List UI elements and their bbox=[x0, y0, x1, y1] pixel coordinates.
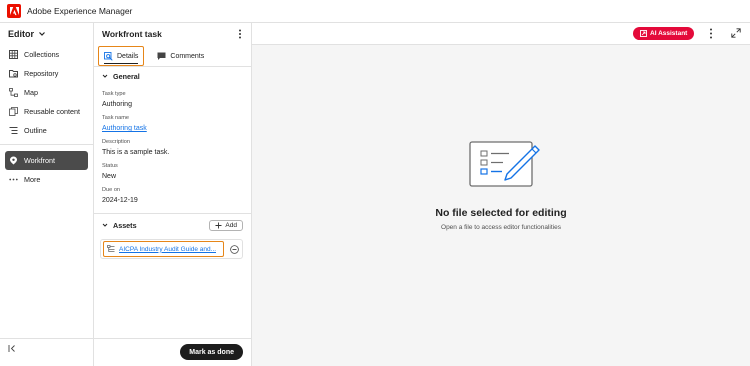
remove-circle-icon[interactable] bbox=[230, 244, 239, 254]
nav-item-reusable-content[interactable]: Reusable content bbox=[5, 102, 88, 121]
asset-row: AICPA Industry Audit Guide and... bbox=[100, 239, 243, 259]
plus-icon bbox=[215, 222, 222, 228]
workfront-icon bbox=[10, 156, 17, 165]
collapse-left-icon bbox=[8, 345, 15, 352]
nav-item-label: Repository bbox=[24, 69, 59, 78]
tab-comments[interactable]: Comments bbox=[152, 46, 209, 66]
chevron-down-icon bbox=[39, 32, 45, 36]
panel-header: Workfront task bbox=[94, 23, 251, 45]
empty-state: No file selected for editing Open a file… bbox=[252, 138, 750, 231]
repository-icon bbox=[9, 70, 18, 78]
left-navigation: Editor Collections Repository Map Reusab… bbox=[0, 23, 94, 366]
editor-toolbar: AI Assistant bbox=[252, 23, 750, 45]
field-task-name: Task name Authoring task bbox=[94, 115, 251, 132]
more-vertical-icon[interactable] bbox=[237, 29, 243, 39]
field-label: Task name bbox=[102, 115, 130, 121]
field-value: 2024-12-19 bbox=[102, 197, 138, 204]
app-title: Adobe Experience Manager bbox=[27, 6, 133, 16]
field-due-on: Due on 2024-12-19 bbox=[94, 187, 251, 204]
editor-selector[interactable]: Editor bbox=[0, 23, 93, 45]
field-description: Description This is a sample task. bbox=[94, 139, 251, 156]
collections-icon bbox=[9, 50, 18, 59]
editor-selector-label: Editor bbox=[8, 29, 34, 39]
nav-item-more[interactable]: More bbox=[5, 170, 88, 189]
field-label: Status bbox=[102, 163, 118, 169]
no-file-illustration-icon bbox=[469, 141, 540, 187]
field-label: Due on bbox=[102, 187, 121, 193]
section-heading: Assets bbox=[113, 220, 137, 230]
task-name-link[interactable]: Authoring task bbox=[102, 125, 147, 132]
ai-assistant-label: AI Assistant bbox=[650, 30, 688, 37]
field-label: Task type bbox=[102, 91, 126, 97]
active-tab-indicator bbox=[104, 62, 139, 64]
expand-icon[interactable] bbox=[731, 28, 741, 38]
panel-tabs: Details Comments bbox=[94, 45, 251, 67]
ai-assistant-icon bbox=[640, 30, 647, 37]
ai-assistant-button[interactable]: AI Assistant bbox=[633, 27, 695, 40]
comment-icon bbox=[157, 52, 166, 60]
more-horizontal-icon bbox=[9, 178, 18, 181]
add-asset-button[interactable]: Add bbox=[209, 219, 243, 231]
add-button-label: Add bbox=[225, 221, 237, 229]
assets-section-toggle[interactable]: Assets bbox=[102, 221, 137, 230]
map-icon bbox=[9, 88, 18, 97]
field-value-wrapper: Authoring task bbox=[94, 125, 251, 132]
nav-item-label: Workfront bbox=[24, 156, 56, 165]
empty-state-subtitle: Open a file to access editor functionali… bbox=[441, 224, 561, 231]
chevron-down-icon bbox=[102, 74, 108, 78]
chevron-down-icon bbox=[102, 223, 108, 227]
more-vertical-icon[interactable] bbox=[708, 28, 714, 39]
field-label: Description bbox=[102, 139, 130, 145]
divider bbox=[0, 338, 94, 339]
nav-item-label: Reusable content bbox=[24, 107, 80, 116]
asset-item[interactable]: AICPA Industry Audit Guide and... bbox=[103, 241, 224, 257]
empty-state-title: No file selected for editing bbox=[435, 207, 567, 219]
editor-canvas: AI Assistant No file selected for editin… bbox=[252, 23, 750, 366]
field-status: Status New bbox=[94, 163, 251, 180]
field-value: This is a sample task. bbox=[102, 149, 170, 156]
asset-link[interactable]: AICPA Industry Audit Guide and... bbox=[119, 246, 216, 253]
nav-item-outline[interactable]: Outline bbox=[5, 121, 88, 140]
nav-item-label: Map bbox=[24, 88, 38, 97]
field-value: New bbox=[102, 173, 117, 180]
tab-details[interactable]: Details bbox=[98, 46, 145, 66]
nav-item-workfront[interactable]: Workfront bbox=[5, 151, 88, 170]
details-icon bbox=[104, 51, 113, 61]
nav-item-collections[interactable]: Collections bbox=[5, 45, 88, 64]
app-header: Adobe Experience Manager bbox=[0, 0, 750, 23]
nav-item-map[interactable]: Map bbox=[5, 83, 88, 102]
tab-label: Comments bbox=[170, 52, 205, 60]
panel-title: Workfront task bbox=[102, 29, 162, 39]
general-section-toggle[interactable]: General bbox=[94, 67, 251, 85]
tab-label: Details bbox=[117, 52, 139, 60]
field-value: Authoring bbox=[102, 101, 132, 108]
nav-divider bbox=[0, 144, 93, 145]
assets-header: Assets Add bbox=[94, 214, 251, 236]
mark-as-done-button[interactable]: Mark as done bbox=[180, 344, 243, 360]
section-heading: General bbox=[113, 71, 140, 81]
field-task-type: Task type Authoring bbox=[94, 91, 251, 108]
reusable-content-icon bbox=[9, 107, 18, 116]
adobe-logo-icon bbox=[7, 4, 21, 18]
divider bbox=[94, 338, 252, 339]
nav-item-repository[interactable]: Repository bbox=[5, 64, 88, 83]
nav-item-label: Outline bbox=[24, 126, 47, 135]
workfront-task-panel: Workfront task Details Comments General … bbox=[94, 23, 252, 366]
nav-item-label: More bbox=[24, 175, 41, 184]
map-file-icon bbox=[107, 245, 115, 252]
outline-icon bbox=[9, 127, 18, 134]
nav-item-label: Collections bbox=[24, 50, 60, 59]
collapse-sidebar-button[interactable] bbox=[8, 340, 17, 358]
